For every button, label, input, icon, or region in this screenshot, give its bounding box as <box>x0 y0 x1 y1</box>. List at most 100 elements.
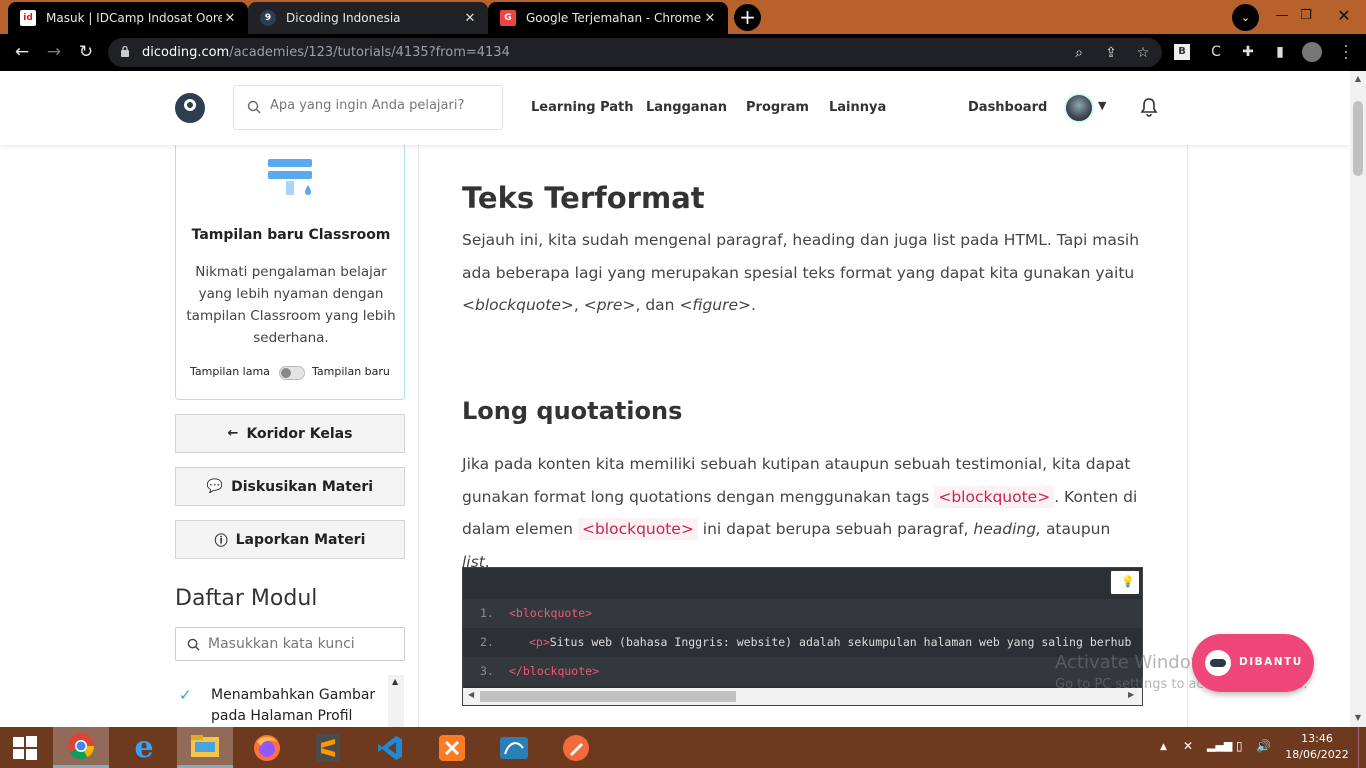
browser-toolbar: ← → ↻ dicoding.com/academies/123/tutoria… <box>0 34 1366 71</box>
tab-search-icon[interactable]: ⌄ <box>1232 4 1259 31</box>
inline-code: <blockquote> <box>934 485 1055 508</box>
paragraph-long-quotations: Jika pada konten kita memiliki sebuah ku… <box>462 455 1138 571</box>
tab-dicoding[interactable]: 9 Dicoding Indonesia ✕ <box>248 2 488 34</box>
card-title: Tampilan baru Classroom <box>191 227 391 243</box>
bell-icon[interactable] <box>1140 97 1158 117</box>
system-clock[interactable]: 13:46 18/06/2022 <box>1282 731 1352 763</box>
site-header: Learning Path Langganan Program Lainnya … <box>0 71 1350 145</box>
clock-time: 13:46 <box>1301 732 1333 745</box>
nav-lainnya[interactable]: Lainnya <box>829 100 886 115</box>
tab-idcamp[interactable]: id Masuk | IDCamp Indosat Ooredoo ✕ <box>8 2 248 34</box>
arrow-left-icon: ← <box>227 426 239 441</box>
show-desktop-button[interactable] <box>1358 727 1366 768</box>
divider <box>418 145 419 727</box>
new-tab-button[interactable]: + <box>734 4 761 31</box>
scroll-up-icon[interactable]: ▲ <box>392 677 398 686</box>
modul-scrollbar[interactable]: ▲ <box>388 675 404 727</box>
dicoding-icon: 9 <box>260 10 276 26</box>
lock-icon <box>121 45 129 57</box>
tab-label: Dicoding Indonesia <box>286 11 401 25</box>
reload-icon[interactable]: ↻ <box>74 40 98 64</box>
vscode-icon[interactable] <box>362 727 418 768</box>
paint-brush-app-icon[interactable] <box>548 727 604 768</box>
nav-learning-path[interactable]: Learning Path <box>531 100 634 115</box>
close-icon[interactable]: ✕ <box>462 11 478 26</box>
windows-start-icon[interactable] <box>0 727 50 768</box>
scrollbar-thumb[interactable] <box>480 691 736 702</box>
modul-search-input[interactable] <box>208 636 398 652</box>
nav-langganan[interactable]: Langganan <box>646 100 727 115</box>
search-icon <box>247 100 261 114</box>
share-icon[interactable]: ⇪ <box>1102 44 1120 62</box>
card-description: Nikmati pengalaman belajar yang lebih ny… <box>186 264 396 346</box>
nav-program[interactable]: Program <box>746 100 809 115</box>
comment-icon: 💬 <box>206 479 224 494</box>
tray-chevron-icon[interactable]: ▲ <box>1160 742 1167 752</box>
restore-icon[interactable]: ❐ <box>1296 0 1316 30</box>
scrollbar-thumb[interactable] <box>1353 101 1363 176</box>
clock-date: 18/06/2022 <box>1285 748 1349 761</box>
koridor-kelas-button[interactable]: ← Koridor Kelas <box>175 414 405 453</box>
list-item[interactable]: ✓ Menambahkan Gambar pada Halaman Profil <box>175 685 385 727</box>
tab-label: Google Terjemahan - Chrome We <box>526 11 702 25</box>
side-panel-icon[interactable]: ▮ <box>1270 42 1290 62</box>
dibantu-chat-button[interactable]: DIBANTU <box>1192 634 1314 692</box>
dicoding-logo[interactable] <box>175 93 205 123</box>
bookmark-star-icon[interactable]: ☆ <box>1134 44 1152 62</box>
button-label: Koridor Kelas <box>246 425 353 442</box>
toggle-label-old: Tampilan lama <box>190 365 270 378</box>
zoom-icon[interactable]: ⌕ <box>1070 44 1088 62</box>
mysql-workbench-icon[interactable] <box>486 727 542 768</box>
paragraph-intro: Sejauh ini, kita sudah mengenal paragraf… <box>462 231 1140 314</box>
copy-code-button[interactable]: 💡 <box>1109 569 1141 596</box>
scroll-up-icon[interactable]: ▲ <box>1353 74 1363 83</box>
toggle-label-new: Tampilan baru <box>312 365 390 378</box>
web-page: Learning Path Langganan Program Lainnya … <box>0 71 1350 727</box>
network-status-icon[interactable]: ✕ <box>1183 739 1193 753</box>
view-toggle-switch[interactable] <box>279 366 305 380</box>
scroll-left-icon[interactable]: ◀ <box>468 690 474 699</box>
extension-c-icon[interactable]: C <box>1206 42 1226 62</box>
minimize-icon[interactable]: — <box>1272 0 1292 30</box>
scroll-down-icon[interactable]: ▼ <box>1353 713 1363 722</box>
button-label: Laporkan Materi <box>235 531 366 548</box>
xampp-icon[interactable] <box>424 727 480 768</box>
url-text: dicoding.com/academies/123/tutorials/413… <box>142 45 510 60</box>
lightbulb-icon: 💡 <box>1121 575 1135 588</box>
laporkan-materi-button[interactable]: ⓘ Laporkan Materi <box>175 520 405 559</box>
battery-icon[interactable]: ▯ <box>1236 739 1243 753</box>
site-search[interactable] <box>233 85 503 130</box>
signal-icon[interactable]: ▂▄▆ <box>1207 739 1232 752</box>
code-line: 1. <blockquote> <box>463 599 1142 628</box>
modul-search[interactable] <box>175 627 405 661</box>
close-icon[interactable]: ✕ <box>702 11 718 26</box>
profile-avatar-icon[interactable] <box>1302 42 1322 62</box>
button-label: Diskusikan Materi <box>231 478 374 495</box>
extension-b-icon[interactable]: B <box>1174 44 1190 60</box>
address-bar[interactable]: dicoding.com/academies/123/tutorials/413… <box>108 38 1162 67</box>
forward-icon[interactable]: → <box>42 40 66 64</box>
chevron-down-icon[interactable]: ▼ <box>1098 99 1106 112</box>
volume-icon[interactable]: 🔊 <box>1256 739 1271 753</box>
search-input[interactable] <box>270 98 490 113</box>
sublime-text-icon[interactable] <box>300 727 356 768</box>
dibantu-label: DIBANTU <box>1239 656 1303 668</box>
code-horizontal-scrollbar[interactable]: ◀ ▶ <box>463 688 1142 705</box>
window-close-icon[interactable]: ✕ <box>1322 0 1366 30</box>
internet-explorer-icon[interactable]: e <box>116 727 172 768</box>
avatar[interactable] <box>1064 93 1094 123</box>
inline-code: <blockquote> <box>577 518 698 540</box>
firefox-icon[interactable] <box>239 727 295 768</box>
file-explorer-icon[interactable] <box>177 727 233 768</box>
menu-dots-icon[interactable]: · · · <box>1341 40 1351 66</box>
code-line: 3. </blockquote> <box>463 657 1142 686</box>
page-scrollbar[interactable]: ▲ ▼ <box>1350 71 1366 727</box>
tab-translate[interactable]: G Google Terjemahan - Chrome We ✕ <box>488 2 728 34</box>
nav-dashboard[interactable]: Dashboard <box>968 100 1047 115</box>
close-icon[interactable]: ✕ <box>222 11 238 26</box>
extensions-puzzle-icon[interactable]: ✚ <box>1238 42 1258 62</box>
chrome-icon[interactable] <box>53 727 109 768</box>
translate-icon: G <box>500 10 516 26</box>
diskusikan-materi-button[interactable]: 💬 Diskusikan Materi <box>175 467 405 506</box>
back-icon[interactable]: ← <box>10 40 34 64</box>
